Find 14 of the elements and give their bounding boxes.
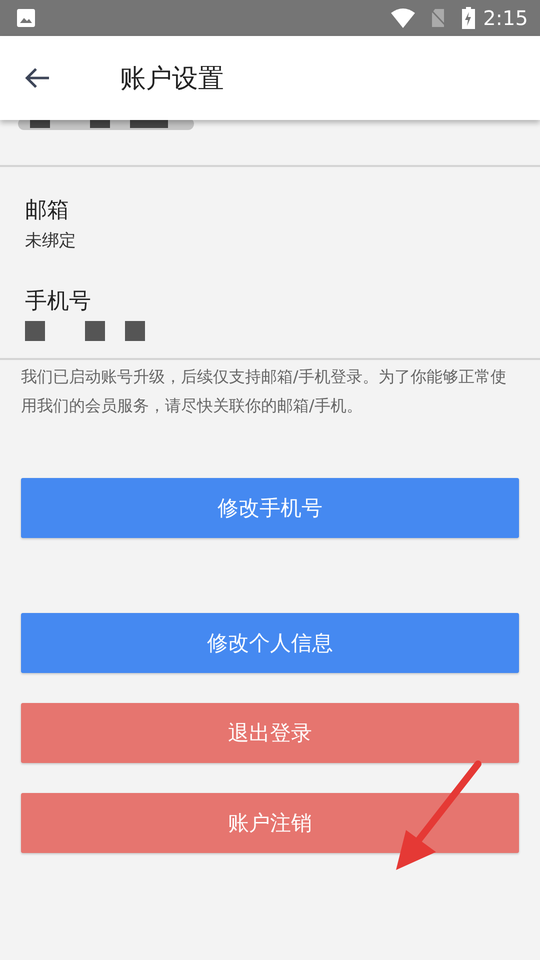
field-label: 邮箱 (25, 197, 70, 225)
action-button[interactable]: 修改个人信息 (21, 613, 519, 673)
wifi-icon (390, 8, 416, 28)
action-button[interactable]: 退出登录 (21, 703, 519, 763)
page-title: 账户设置 (120, 62, 224, 96)
battery-icon (462, 7, 476, 29)
clock-time: 2:15 (483, 6, 528, 30)
notice-text: 我们已启动账号升级，后续仅支持邮箱/手机登录。为了你能够正常使用我们的会员服务，请尽快关联你的邮箱/手机。 (20, 366, 508, 417)
action-button[interactable]: 账户注销 (21, 793, 519, 853)
field-label: 手机号 (25, 288, 92, 316)
field-value: 未绑定 (25, 230, 77, 252)
back-arrow-icon[interactable] (24, 67, 50, 89)
image-icon (16, 8, 36, 28)
action-button[interactable]: 修改手机号 (21, 478, 519, 538)
